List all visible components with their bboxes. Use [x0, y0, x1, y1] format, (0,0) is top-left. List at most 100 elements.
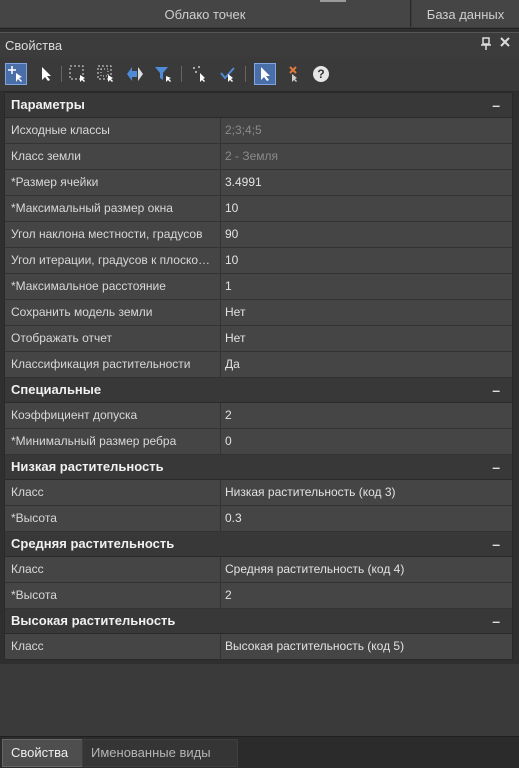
- property-label: Исходные классы: [11, 123, 110, 137]
- property-label: *Высота: [11, 511, 57, 525]
- property-value[interactable]: Нет: [220, 300, 508, 325]
- section-title: Высокая растительность: [11, 613, 176, 628]
- swap-select-icon[interactable]: [125, 64, 145, 84]
- property-value[interactable]: 2: [220, 583, 508, 608]
- section-title: Специальные: [11, 382, 102, 397]
- property-value[interactable]: 90: [220, 222, 508, 247]
- property-row[interactable]: *Максимальный размер окна 10: [5, 196, 512, 222]
- property-value-text: 10: [225, 201, 239, 215]
- section-title: Средняя растительность: [11, 536, 175, 551]
- property-row[interactable]: Класс земли 2 - Земля: [5, 144, 512, 170]
- property-label: Угол итерации, градусов к плоскости: [11, 253, 211, 267]
- section-header[interactable]: Параметры –: [5, 93, 512, 118]
- help-icon[interactable]: ?: [311, 64, 331, 84]
- property-label: Отображать отчет: [11, 331, 113, 345]
- property-row[interactable]: *Минимальный размер ребра 0: [5, 429, 512, 455]
- section-title: Низкая растительность: [11, 459, 164, 474]
- property-value[interactable]: Средняя растительность (код 4): [220, 557, 508, 582]
- property-value[interactable]: Да: [220, 352, 508, 377]
- selection-mode-icon[interactable]: [254, 63, 276, 85]
- property-value-text: Да: [225, 357, 240, 371]
- section-header[interactable]: Специальные –: [5, 378, 512, 403]
- property-value-text: 1: [225, 279, 232, 293]
- toolbar-separator: [61, 66, 62, 82]
- property-row[interactable]: Класс Высокая растительность (код 5): [5, 634, 512, 659]
- property-value[interactable]: 0.3: [220, 506, 508, 531]
- property-row[interactable]: Отображать отчет Нет: [5, 326, 512, 352]
- section-header[interactable]: Низкая растительность –: [5, 455, 512, 480]
- property-value-text: Высокая растительность (код 5): [225, 639, 405, 653]
- property-value[interactable]: 10: [220, 196, 508, 221]
- panel-title: Свойства: [5, 38, 63, 53]
- property-value[interactable]: 3.4991: [220, 170, 508, 195]
- select-pointer-icon[interactable]: [36, 64, 56, 84]
- property-value[interactable]: 2: [220, 403, 508, 428]
- property-row[interactable]: Угол итерации, градусов к плоскости 10: [5, 248, 512, 274]
- property-row[interactable]: *Размер ячейки 3.4991: [5, 170, 512, 196]
- property-value[interactable]: Нет: [220, 326, 508, 351]
- section-header[interactable]: Высокая растительность –: [5, 609, 512, 634]
- property-value-text: 2: [225, 588, 232, 602]
- property-label: Коэффициент допуска: [11, 408, 138, 422]
- property-value[interactable]: 0: [220, 429, 508, 454]
- property-row[interactable]: Класс Средняя растительность (код 4): [5, 557, 512, 583]
- property-value-text: 2: [225, 408, 232, 422]
- pick-check-icon[interactable]: [218, 64, 238, 84]
- collapse-icon[interactable]: –: [492, 93, 500, 117]
- property-row[interactable]: *Максимальное расстояние 1: [5, 274, 512, 300]
- collapse-icon[interactable]: –: [492, 532, 500, 556]
- property-value-text: 90: [225, 227, 239, 241]
- property-label: *Высота: [11, 588, 57, 602]
- tab-database[interactable]: База данных: [412, 0, 519, 27]
- pick-points-icon[interactable]: [190, 64, 210, 84]
- property-value[interactable]: 10: [220, 248, 508, 273]
- property-label: Класс: [11, 485, 44, 499]
- property-row[interactable]: Классификация растительности Да: [5, 352, 512, 378]
- property-row[interactable]: Коэффициент допуска 2: [5, 403, 512, 429]
- property-value-text: 0.3: [225, 511, 242, 525]
- collapse-icon[interactable]: –: [492, 378, 500, 402]
- collapse-icon[interactable]: –: [492, 455, 500, 479]
- property-value: 2 - Земля: [220, 144, 508, 169]
- tab-divider-highlight: [320, 0, 346, 2]
- property-label: *Максимальный размер окна: [11, 201, 173, 215]
- section-header[interactable]: Средняя растительность –: [5, 532, 512, 557]
- property-row[interactable]: *Высота 0.3: [5, 506, 512, 532]
- tab-point-cloud[interactable]: Облако точек: [0, 0, 411, 27]
- property-row[interactable]: *Высота 2: [5, 583, 512, 609]
- property-value-text: Средняя растительность (код 4): [225, 562, 405, 576]
- property-label: Угол наклона местности, градусов: [11, 227, 203, 241]
- property-row[interactable]: Исходные классы 2;3;4;5: [5, 118, 512, 144]
- filter-icon[interactable]: [153, 64, 173, 84]
- property-row[interactable]: Сохранить модель земли Нет: [5, 300, 512, 326]
- property-label: *Максимальное расстояние: [11, 279, 166, 293]
- property-value-text: 2 - Земля: [225, 149, 279, 163]
- property-label: Сохранить модель земли: [11, 305, 153, 319]
- pin-icon[interactable]: [479, 37, 493, 53]
- property-value-text: 0: [225, 434, 232, 448]
- panel-tab-strip: Свойства Именованные виды: [0, 736, 519, 768]
- property-label: Класс: [11, 562, 44, 576]
- property-value-text: Нет: [225, 331, 246, 345]
- property-row[interactable]: Класс Низкая растительность (код 3): [5, 480, 512, 506]
- property-value-text: 3.4991: [225, 175, 262, 189]
- property-label: Класс: [11, 639, 44, 653]
- property-value[interactable]: Высокая растительность (код 5): [220, 634, 508, 659]
- tab-properties[interactable]: Свойства: [2, 739, 89, 767]
- collapse-icon[interactable]: –: [492, 609, 500, 633]
- clear-selection-icon[interactable]: [283, 64, 303, 84]
- property-value[interactable]: Низкая растительность (код 3): [220, 480, 508, 505]
- property-row[interactable]: Угол наклона местности, градусов 90: [5, 222, 512, 248]
- property-label: *Минимальный размер ребра: [11, 434, 177, 448]
- property-value: 2;3;4;5: [220, 118, 508, 143]
- close-icon[interactable]: [497, 35, 513, 53]
- window-select-icon[interactable]: [68, 64, 88, 84]
- property-label: *Размер ячейки: [11, 175, 99, 189]
- property-value[interactable]: 1: [220, 274, 508, 299]
- toolbar-separator: [245, 66, 246, 82]
- window-select-points-icon[interactable]: [96, 64, 116, 84]
- add-selection-icon[interactable]: [5, 63, 27, 85]
- tab-named-views[interactable]: Именованные виды: [82, 739, 238, 767]
- properties-panel-header: Свойства: [0, 32, 519, 57]
- property-value-text: Нет: [225, 305, 246, 319]
